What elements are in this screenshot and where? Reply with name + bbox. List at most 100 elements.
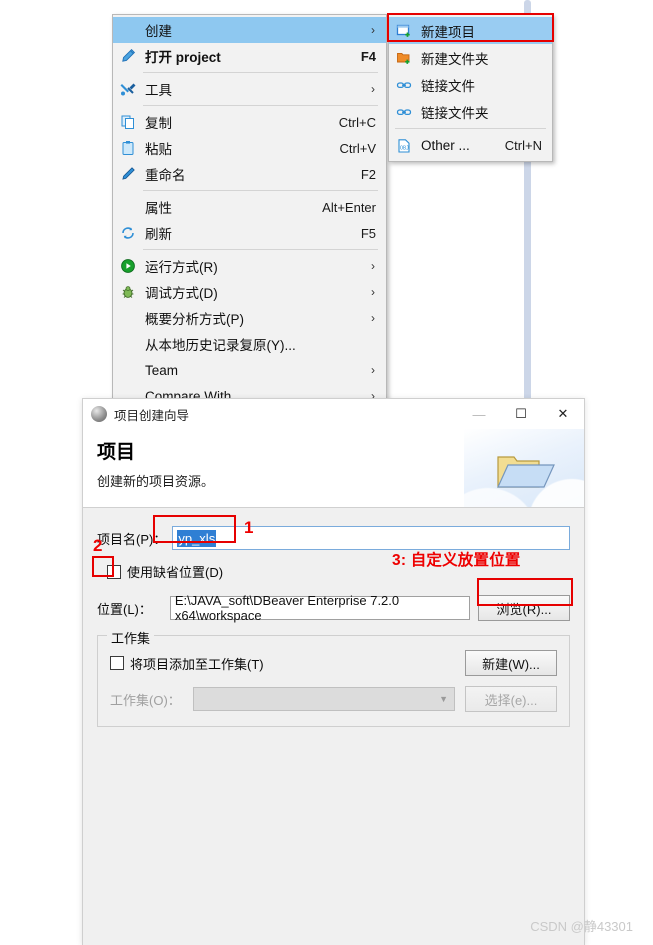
svg-text:OBJ: OBJ: [400, 145, 409, 151]
add-to-working-set-row: 将项目添加至工作集(T) 新建(W)...: [110, 650, 557, 676]
menu-separator: [143, 190, 378, 191]
submenu-item-label: 新建项目: [421, 24, 475, 40]
working-set-group-title: 工作集: [107, 628, 155, 647]
menu-item-accelerator: F4: [360, 48, 376, 64]
debug-bug-icon: [117, 283, 139, 301]
submenu-item-accelerator: Ctrl+N: [504, 138, 542, 153]
working-set-select-row: 工作集(O)： ▼ 选择(e)...: [110, 686, 557, 712]
context-menu: 创建 › 打开 project F4 工具 › 复制 Ctrl+C 粘贴 Ctr…: [112, 14, 387, 412]
menu-item-run-as[interactable]: 运行方式(R) ›: [113, 253, 386, 279]
empty-icon-slot: [117, 335, 139, 353]
submenu-item-link-folder[interactable]: 链接文件夹: [389, 98, 552, 125]
menu-item-create[interactable]: 创建 ›: [113, 17, 386, 43]
new-project-icon: [393, 22, 415, 40]
menu-item-label: 工具: [145, 83, 172, 98]
menu-item-open-project[interactable]: 打开 project F4: [113, 43, 386, 69]
menu-item-tools[interactable]: 工具 ›: [113, 76, 386, 102]
submenu-item-new-project[interactable]: 新建项目: [389, 17, 552, 44]
minimize-button[interactable]: —: [458, 399, 500, 429]
link-file-icon: [393, 76, 415, 94]
screenshot-root: 创建 › 打开 project F4 工具 › 复制 Ctrl+C 粘贴 Ctr…: [0, 0, 653, 945]
window-controls: — ☐ ✕: [458, 399, 584, 429]
refresh-icon: [117, 224, 139, 242]
menu-item-restore-from-local-history[interactable]: 从本地历史记录复原(Y)...: [113, 331, 386, 357]
menu-item-label: 概要分析方式(P): [145, 312, 244, 327]
menu-item-label: 复制: [145, 116, 172, 131]
menu-item-label: 调试方式(D): [145, 286, 218, 301]
chevron-down-icon: ▼: [439, 694, 448, 704]
chevron-right-icon: ›: [371, 82, 375, 96]
chevron-right-icon: ›: [371, 363, 375, 377]
app-icon: [91, 406, 107, 422]
dialog-body: 项目名(P)： yp_xls 使用缺省位置(D) 位置(L)： E:\JAVA_…: [83, 508, 584, 944]
watermark: CSDN @静43301: [530, 919, 633, 934]
use-default-location-label: 使用缺省位置(D): [127, 565, 224, 580]
location-row: 位置(L)： E:\JAVA_soft\DBeaver Enterprise 7…: [97, 593, 570, 623]
empty-icon-slot: [117, 21, 139, 39]
pencil-icon: [117, 47, 139, 65]
menu-item-refresh[interactable]: 刷新 F5: [113, 220, 386, 246]
project-name-input[interactable]: yp_xls: [172, 526, 570, 550]
menu-item-accelerator: F5: [360, 225, 376, 241]
empty-icon-slot: [117, 198, 139, 216]
maximize-button[interactable]: ☐: [500, 399, 542, 429]
project-name-value: yp_xls: [177, 529, 217, 547]
chevron-right-icon: ›: [371, 285, 375, 299]
submenu-item-other[interactable]: OBJ Other ... Ctrl+N: [389, 132, 552, 159]
working-set-select-button[interactable]: 选择(e)...: [465, 686, 557, 712]
run-play-icon: [117, 257, 139, 275]
chevron-right-icon: ›: [371, 259, 375, 273]
menu-separator: [143, 249, 378, 250]
project-wizard-dialog: 项目创建向导 — ☐ ✕ 项目 创建新的项目资源。 项目名(P)： yp_xls…: [82, 398, 585, 945]
working-set-new-button[interactable]: 新建(W)...: [465, 650, 557, 676]
location-input[interactable]: E:\JAVA_soft\DBeaver Enterprise 7.2.0 x6…: [169, 593, 470, 623]
working-set-combo-label: 工作集(O)：: [110, 692, 181, 708]
working-set-combo[interactable]: ▼: [192, 687, 455, 711]
close-button[interactable]: ✕: [542, 399, 584, 429]
browse-button[interactable]: 浏览(R)...: [478, 595, 570, 621]
menu-item-copy[interactable]: 复制 Ctrl+C: [113, 109, 386, 135]
empty-icon-slot: [117, 309, 139, 327]
menu-item-rename[interactable]: 重命名 F2: [113, 161, 386, 187]
chevron-right-icon: ›: [371, 311, 375, 325]
project-name-label: 项目名(P)：: [97, 531, 167, 547]
menu-item-debug-as[interactable]: 调试方式(D) ›: [113, 279, 386, 305]
submenu-item-link-file[interactable]: 链接文件: [389, 71, 552, 98]
rename-pencil-icon: [117, 165, 139, 183]
submenu-item-label: 链接文件: [421, 78, 475, 94]
link-folder-icon: [393, 103, 415, 121]
submenu-item-new-folder[interactable]: 新建文件夹: [389, 44, 552, 71]
working-set-group: 工作集 将项目添加至工作集(T) 新建(W)... 工作集(O)： ▼ 选择(e…: [97, 628, 570, 727]
menu-item-properties[interactable]: 属性 Alt+Enter: [113, 194, 386, 220]
menu-item-label: 创建: [145, 24, 172, 39]
menu-item-paste[interactable]: 粘贴 Ctrl+V: [113, 135, 386, 161]
menu-item-accelerator: Ctrl+V: [339, 140, 376, 156]
menu-item-accelerator: F2: [360, 166, 376, 182]
annotation-label-3: 3: 自定义放置位置: [392, 552, 521, 569]
use-default-location-checkbox[interactable]: [107, 564, 121, 579]
submenu-item-label: 链接文件夹: [421, 105, 489, 121]
new-folder-icon: [393, 49, 415, 67]
menu-item-accelerator: Ctrl+C: [338, 114, 376, 130]
menu-item-label: 重命名: [145, 168, 186, 183]
paste-icon: [117, 139, 139, 157]
submenu-item-label: Other ...: [421, 138, 470, 153]
annotation-label-2: 2: [93, 536, 103, 555]
add-to-working-set-checkbox[interactable]: [110, 656, 124, 670]
project-name-row: 项目名(P)： yp_xls: [97, 526, 570, 550]
menu-item-team[interactable]: Team ›: [113, 357, 386, 383]
menu-item-accelerator: Alt+Enter: [322, 199, 376, 215]
menu-item-profile-as[interactable]: 概要分析方式(P) ›: [113, 305, 386, 331]
menu-item-label: 属性: [145, 201, 172, 216]
add-to-working-set-label: 将项目添加至工作集(T): [130, 656, 264, 672]
dialog-title: 项目创建向导: [114, 408, 190, 423]
menu-item-label: 运行方式(R): [145, 260, 218, 275]
menu-item-label: 粘贴: [145, 142, 172, 157]
dialog-titlebar[interactable]: 项目创建向导 — ☐ ✕: [83, 399, 584, 429]
create-submenu: 新建项目 新建文件夹 链接文件 链接文件夹 OBJ Other ... Ctrl…: [388, 14, 553, 162]
chevron-right-icon: ›: [371, 23, 375, 37]
submenu-separator: [395, 128, 546, 129]
menu-item-label: 打开 project: [145, 50, 221, 65]
dialog-header: 项目 创建新的项目资源。: [83, 429, 584, 507]
annotation-label-1: 1: [244, 518, 254, 537]
